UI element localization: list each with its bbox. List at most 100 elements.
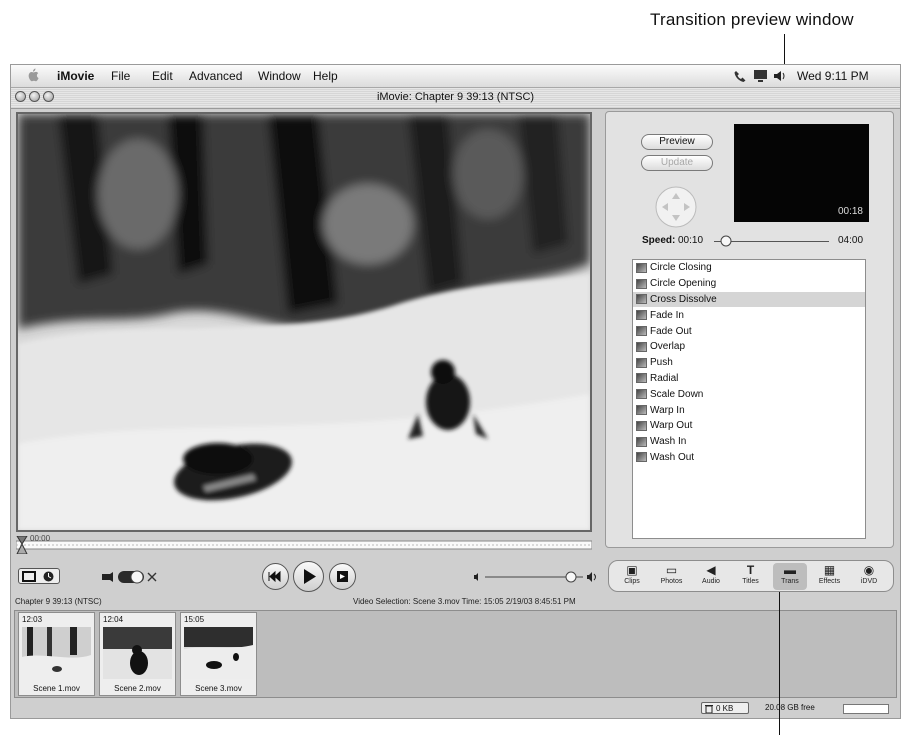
playhead-icon[interactable] xyxy=(16,536,28,554)
fullscreen-icon xyxy=(337,571,348,582)
playhead-time: 00:00 xyxy=(30,534,51,543)
selection-info: Video Selection: Scene 3.mov Time: 15:05… xyxy=(353,597,576,606)
transition-label: Wash In xyxy=(650,436,687,448)
play-fullscreen-button[interactable] xyxy=(329,563,356,590)
transition-thumbnail-icon xyxy=(636,278,647,289)
display-icon[interactable] xyxy=(753,69,768,83)
pane-button-effects[interactable]: ▦ Effects xyxy=(813,563,847,590)
pane-button-label: iDVD xyxy=(860,578,878,585)
scrubber-bar[interactable]: 00:00 xyxy=(15,534,593,554)
video-frame xyxy=(18,114,590,530)
clip-duration: 15:05 xyxy=(184,615,205,624)
transition-item[interactable]: Circle Closing xyxy=(633,260,865,276)
trash-size: 0 KB xyxy=(716,704,734,713)
menu-advanced[interactable]: Advanced xyxy=(189,69,242,83)
volume-icon[interactable] xyxy=(773,70,787,82)
transition-thumbnail-icon xyxy=(636,262,647,273)
play-button[interactable] xyxy=(293,561,324,592)
view-toggle[interactable] xyxy=(18,568,60,584)
volume-slider[interactable] xyxy=(473,570,603,584)
menu-bar: iMovie File Edit Advanced Window Help We… xyxy=(11,65,900,88)
info-bar: Chapter 9 39:13 (NTSC) Video Selection: … xyxy=(11,595,900,609)
transition-thumbnail-icon xyxy=(636,357,647,368)
project-info: Chapter 9 39:13 (NTSC) xyxy=(15,597,102,606)
rewind-button[interactable] xyxy=(262,563,289,590)
transition-thumbnail-icon xyxy=(636,294,647,305)
menu-edit[interactable]: Edit xyxy=(152,69,173,83)
phone-icon[interactable] xyxy=(733,69,747,83)
clip-duration: 12:04 xyxy=(103,615,124,624)
pane-button-label: Clips xyxy=(624,578,640,585)
transition-thumbnail-icon xyxy=(636,373,647,384)
menu-app-name[interactable]: iMovie xyxy=(57,69,94,83)
direction-pad[interactable] xyxy=(652,183,700,231)
speed-control: Speed: 00:10 04:00 xyxy=(642,235,872,249)
transition-item[interactable]: Wash Out xyxy=(633,450,865,466)
transition-thumbnail-icon xyxy=(636,389,647,400)
clip-item[interactable]: 12:04 Scene 2.mov xyxy=(99,612,176,696)
pane-button-label: Trans xyxy=(781,578,799,585)
pane-button-idvd[interactable]: ◉ iDVD xyxy=(852,563,886,590)
pane-button-trans[interactable]: ▬ Trans xyxy=(773,563,807,590)
effects-icon: ▦ xyxy=(823,563,836,577)
camera-edit-mode-switch[interactable] xyxy=(102,569,158,585)
speed-slider-knob[interactable] xyxy=(720,235,732,247)
clip-name: Scene 2.mov xyxy=(114,684,161,693)
pane-button-clips[interactable]: ▣ Clips xyxy=(615,563,649,590)
preview-time: 00:18 xyxy=(837,206,863,217)
speed-label: Speed: xyxy=(642,235,676,246)
status-bar: 0 KB 20.08 GB free xyxy=(11,700,900,718)
transition-thumbnail-icon xyxy=(636,420,647,431)
menu-help[interactable]: Help xyxy=(313,69,338,83)
pane-button-photos[interactable]: ▭ Photos xyxy=(655,563,689,590)
transition-thumbnail-icon xyxy=(636,310,647,321)
playback-controls xyxy=(16,560,601,592)
transition-item[interactable]: Radial xyxy=(633,371,865,387)
speed-value: 00:10 xyxy=(678,235,704,246)
trans-icon: ▬ xyxy=(784,563,796,577)
transition-item[interactable]: Overlap xyxy=(633,339,865,355)
preview-button[interactable]: Preview xyxy=(641,134,713,150)
clip-item[interactable]: 12:03 Scene 1.mov xyxy=(18,612,95,696)
idvd-icon: ◉ xyxy=(863,563,875,577)
pane-button-audio[interactable]: ◀ Audio xyxy=(694,563,728,590)
transition-item[interactable]: Warp In xyxy=(633,402,865,418)
transition-item[interactable]: Wash In xyxy=(633,434,865,450)
trash-icon xyxy=(705,705,713,713)
clip-name: Scene 3.mov xyxy=(195,684,242,693)
transition-item[interactable]: Scale Down xyxy=(633,386,865,402)
timeline-view-icon[interactable] xyxy=(42,570,55,583)
transition-preview-window: 00:18 xyxy=(734,124,869,222)
transition-label: Warp Out xyxy=(650,420,693,432)
transitions-list[interactable]: Circle Closing Circle Opening Cross Dissol… xyxy=(632,259,866,539)
clip-item[interactable]: 15:05 Scene 3.mov xyxy=(180,612,257,696)
disk-usage-bar xyxy=(843,704,889,714)
transition-thumbnail-icon xyxy=(636,405,647,416)
update-button[interactable]: Update xyxy=(641,155,713,171)
transition-item[interactable]: Circle Opening xyxy=(633,276,865,292)
clip-thumbnail xyxy=(103,627,172,679)
menu-file[interactable]: File xyxy=(111,69,130,83)
transition-item[interactable]: Fade Out xyxy=(633,323,865,339)
play-icon xyxy=(304,569,316,584)
video-monitor[interactable] xyxy=(16,112,592,532)
trash-button[interactable]: 0 KB xyxy=(701,702,749,714)
transition-label: Wash Out xyxy=(650,451,695,463)
menu-window[interactable]: Window xyxy=(258,69,301,83)
transition-item[interactable]: Cross Dissolve xyxy=(633,291,865,308)
pane-button-titles[interactable]: T Titles xyxy=(734,563,768,590)
transition-item[interactable]: Fade In xyxy=(633,307,865,323)
speed-max: 04:00 xyxy=(838,235,864,246)
transition-item[interactable]: Warp Out xyxy=(633,418,865,434)
window-titlebar: iMovie: Chapter 9 39:13 (NTSC) xyxy=(11,88,900,109)
transition-thumbnail-icon xyxy=(636,326,647,337)
transition-item[interactable]: Push xyxy=(633,355,865,371)
transition-label: Circle Closing xyxy=(650,262,712,274)
disk-free: 20.08 GB free xyxy=(765,703,815,712)
transition-label: Fade Out xyxy=(650,325,692,337)
callout-line-trans xyxy=(779,592,780,735)
pane-button-label: Photos xyxy=(660,578,683,585)
clip-view-icon[interactable] xyxy=(22,571,36,582)
clip-name: Scene 1.mov xyxy=(33,684,80,693)
apple-icon[interactable] xyxy=(27,68,39,82)
